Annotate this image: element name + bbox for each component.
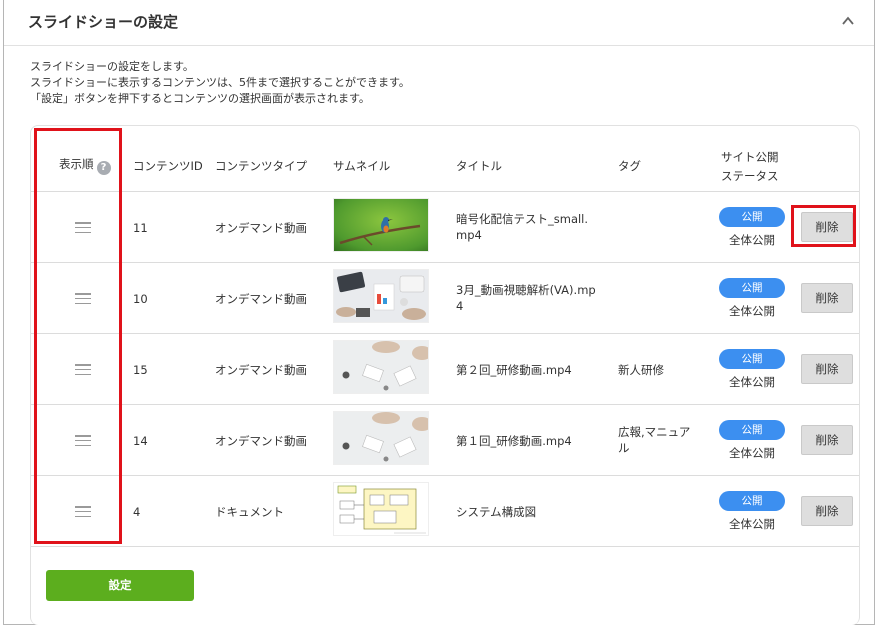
content-table: 表示順? コンテンツID コンテンツタイプ サムネイル タイトル タグ サイト公… (30, 125, 860, 625)
panel-header: スライドショーの設定 (4, 0, 874, 46)
title-line: mp4 (456, 228, 482, 242)
description-line: スライドショーに表示するコンテンツは、5件まで選択することができます。 (30, 76, 410, 89)
header-thumbnail: サムネイル (333, 159, 391, 173)
title-line: 3月_動画視聴解析(VA).mp (456, 283, 596, 297)
table-row: 4 ドキュメント システム構成図 公開 全体公開 削除 (31, 476, 859, 547)
header-status-line: サイト公開 (721, 150, 779, 164)
panel-title: スライドショーの設定 (28, 13, 179, 31)
drag-handle-icon[interactable] (75, 293, 91, 305)
delete-button[interactable]: 削除 (801, 212, 853, 242)
content-title: 3月_動画視聴解析(VA).mp 4 (456, 282, 596, 314)
publish-status: 全体公開 (729, 304, 775, 318)
table-row: 15 オンデマンド動画 第２回_研修動画.mp4 新人研修 公開 全体公開 削除 (31, 334, 859, 405)
content-id: 14 (133, 434, 148, 448)
delete-button[interactable]: 削除 (801, 425, 853, 455)
drag-handle-icon[interactable] (75, 364, 91, 376)
table-row: 10 オンデマンド動画 3月_動画視聴解析(VA).mp 4 公開 全体公開 削… (31, 263, 859, 334)
title-line: 4 (456, 299, 464, 313)
slideshow-settings-panel: スライドショーの設定 スライドショーの設定をします。 スライドショーに表示するコ… (3, 0, 875, 625)
publish-status: 全体公開 (729, 517, 775, 531)
publish-status: 全体公開 (729, 233, 775, 247)
tag-line: 広報,マニュア (618, 425, 691, 439)
help-icon[interactable]: ? (96, 161, 111, 175)
header-content-id: コンテンツID (133, 159, 203, 173)
content-title: 暗号化配信テスト_small. mp4 (456, 211, 588, 243)
drag-handle-icon[interactable] (75, 506, 91, 518)
content-type: オンデマンド動画 (215, 221, 307, 235)
tag-line: 新人研修 (618, 363, 664, 377)
content-id: 11 (133, 221, 148, 235)
drag-handle-icon[interactable] (75, 222, 91, 234)
tag-line: ル (618, 441, 630, 455)
published-badge[interactable]: 公開 (719, 420, 785, 440)
description-line: 「設定」ボタンを押下するとコンテンツの選択画面が表示されます。 (30, 92, 370, 105)
publish-status: 全体公開 (729, 375, 775, 389)
header-order: 表示順? (59, 156, 111, 175)
drag-handle-icon[interactable] (75, 435, 91, 447)
header-site-status: サイト公開 ステータス (721, 148, 779, 186)
content-id: 4 (133, 505, 141, 519)
title-line: 第１回_研修動画.mp4 (456, 434, 572, 448)
publish-status: 全体公開 (729, 446, 775, 460)
content-tag: 広報,マニュア ル (618, 424, 690, 456)
thumbnail-image (333, 411, 429, 465)
header-content-type: コンテンツタイプ (215, 159, 307, 173)
chevron-up-icon[interactable] (839, 12, 857, 30)
header-title: タイトル (456, 159, 502, 173)
thumbnail-image (333, 482, 429, 536)
delete-button[interactable]: 削除 (801, 283, 853, 313)
thumbnail-image (333, 198, 429, 252)
delete-button[interactable]: 削除 (801, 496, 853, 526)
title-line: 第２回_研修動画.mp4 (456, 363, 572, 377)
content-type: ドキュメント (215, 505, 284, 519)
content-type: オンデマンド動画 (215, 434, 307, 448)
header-order-label: 表示順 (59, 157, 94, 171)
content-type: オンデマンド動画 (215, 292, 307, 306)
header-status-line: ステータス (721, 169, 779, 183)
settings-button[interactable]: 設定 (46, 570, 194, 601)
header-tag: タグ (618, 159, 641, 173)
description-line: スライドショーの設定をします。 (30, 60, 194, 73)
description: スライドショーの設定をします。 スライドショーに表示するコンテンツは、5件まで選… (30, 59, 410, 107)
table-row: 14 オンデマンド動画 第１回_研修動画.mp4 広報,マニュア ル 公開 全体… (31, 405, 859, 476)
content-title: システム構成図 (456, 504, 536, 520)
delete-button[interactable]: 削除 (801, 354, 853, 384)
content-id: 10 (133, 292, 148, 306)
published-badge[interactable]: 公開 (719, 278, 785, 298)
published-badge[interactable]: 公開 (719, 491, 785, 511)
content-id: 15 (133, 363, 148, 377)
content-type: オンデマンド動画 (215, 363, 307, 377)
thumbnail-image (333, 269, 429, 323)
thumbnail-image (333, 340, 429, 394)
content-title: 第１回_研修動画.mp4 (456, 433, 572, 449)
table-row: 11 オンデマンド動画 暗号化配信テスト_small. mp4 公開 全体公開 … (31, 192, 859, 263)
content-title: 第２回_研修動画.mp4 (456, 362, 572, 378)
published-badge[interactable]: 公開 (719, 349, 785, 369)
content-tag: 新人研修 (618, 362, 664, 378)
title-line: システム構成図 (456, 505, 537, 519)
title-line: 暗号化配信テスト_small. (456, 212, 589, 226)
published-badge[interactable]: 公開 (719, 207, 785, 227)
